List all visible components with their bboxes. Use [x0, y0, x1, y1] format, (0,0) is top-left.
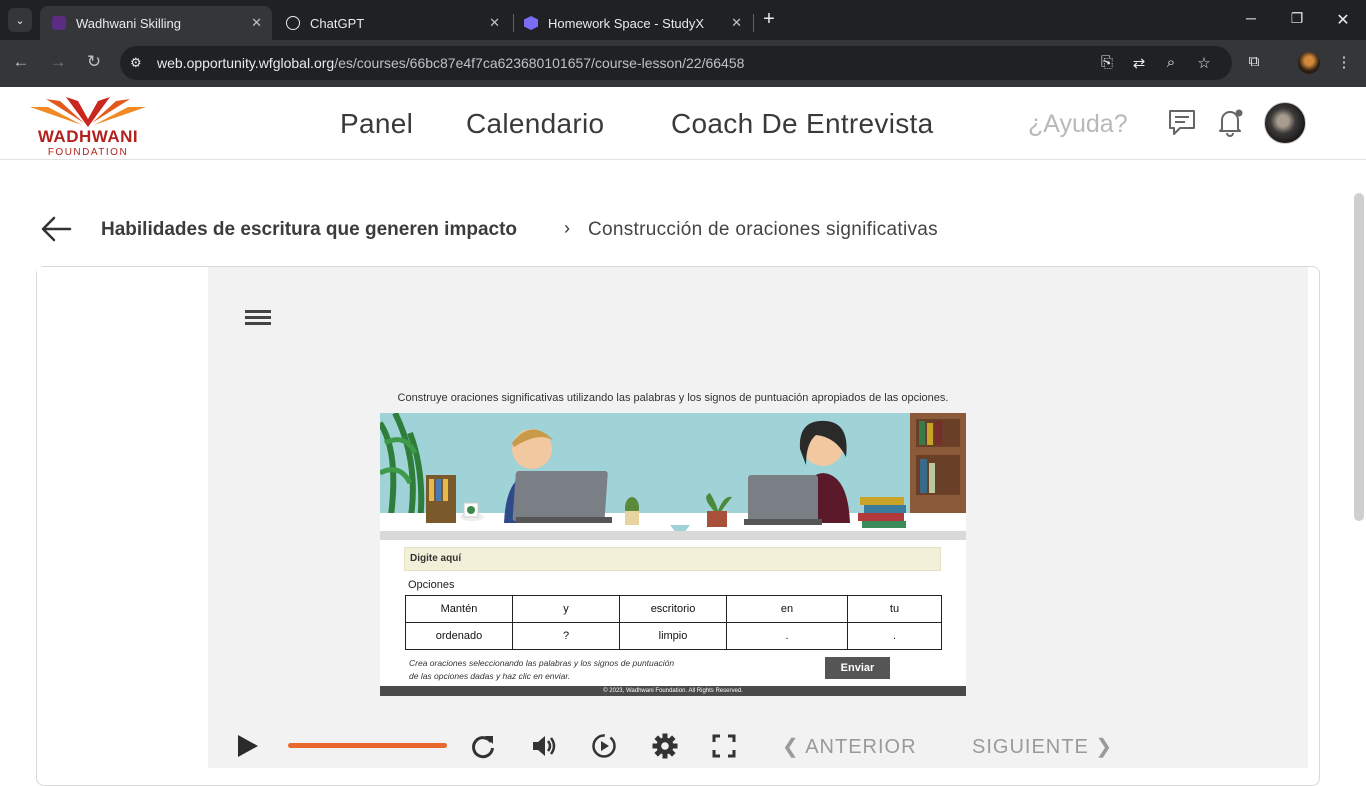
zoom-icon[interactable]: ⌕	[1160, 54, 1182, 71]
playback-speed-icon[interactable]	[590, 732, 618, 760]
tab-separator	[753, 14, 754, 32]
options-table: Mantén y escritorio en tu ordenado ? lim…	[405, 595, 942, 650]
slide-instruction: Construye oraciones significativas utili…	[380, 383, 966, 413]
nav-coach[interactable]: Coach De Entrevista	[671, 108, 934, 140]
tab-search-button[interactable]: ⌄	[8, 8, 32, 32]
settings-gear-icon[interactable]	[651, 732, 679, 760]
menu-icon[interactable]	[245, 310, 271, 326]
next-label: SIGUIENTE	[972, 736, 1089, 758]
back-arrow-icon[interactable]	[40, 215, 72, 243]
logo-mark-icon	[30, 97, 146, 127]
profile-avatar[interactable]	[1298, 52, 1320, 74]
close-tab-icon[interactable]: ✕	[731, 15, 742, 31]
send-button[interactable]: Enviar	[825, 657, 890, 679]
chevron-right-icon: ❯	[1095, 736, 1114, 758]
nav-calendario[interactable]: Calendario	[466, 108, 604, 140]
option-word[interactable]: Mantén	[405, 595, 513, 623]
browser-toolbar: ← → ↻ ⚙ web.opportunity.wfglobal.org/es/…	[0, 40, 1366, 87]
play-icon[interactable]	[234, 732, 262, 760]
address-bar[interactable]: ⚙ web.opportunity.wfglobal.org/es/course…	[120, 46, 1232, 80]
replay-icon[interactable]	[469, 732, 497, 760]
window-close-icon[interactable]: ✕	[1333, 10, 1353, 30]
option-word[interactable]: tu	[847, 595, 942, 623]
avatar[interactable]	[1264, 102, 1306, 144]
reload-icon[interactable]: ↻	[82, 52, 106, 72]
previous-label: ANTERIOR	[805, 736, 917, 758]
restore-icon[interactable]: ❐	[1287, 10, 1307, 27]
tab-chatgpt[interactable]: ChatGPT ✕	[274, 6, 510, 40]
logo-wordmark: WADHWANI	[37, 127, 139, 146]
minimize-icon[interactable]: ─	[1241, 10, 1261, 26]
new-tab-button[interactable]: +	[758, 8, 780, 31]
logo-subtitle: FOUNDATION	[47, 147, 129, 158]
option-word[interactable]: y	[512, 595, 620, 623]
chevron-left-icon: ❮	[782, 736, 800, 758]
answer-input[interactable]: Digite aquí	[404, 547, 941, 571]
option-word[interactable]: en	[726, 595, 848, 623]
slide-hint: Crea oraciones seleccionando las palabra…	[409, 658, 675, 681]
menu-dots-icon[interactable]: ⋮	[1333, 53, 1355, 71]
studyx-favicon	[524, 16, 538, 30]
bell-icon[interactable]	[1214, 106, 1246, 138]
bookmark-star-icon[interactable]: ☆	[1193, 54, 1215, 72]
office-illustration	[380, 413, 966, 540]
next-button[interactable]: SIGUIENTE ❯	[972, 734, 1113, 759]
option-word[interactable]: .	[726, 622, 848, 650]
install-app-icon[interactable]: ⎘	[1096, 54, 1118, 71]
close-tab-icon[interactable]: ✕	[489, 15, 500, 31]
site-header: WADHWANI FOUNDATION Panel Calendario Coa…	[0, 87, 1366, 160]
slide: Construye oraciones significativas utili…	[380, 383, 966, 696]
option-word[interactable]: limpio	[619, 622, 727, 650]
option-word[interactable]: .	[847, 622, 942, 650]
option-word[interactable]: escritorio	[619, 595, 727, 623]
tab-studyx[interactable]: Homework Space - StudyX ✕	[512, 6, 752, 40]
page-scrollbar[interactable]	[1354, 193, 1364, 521]
chat-icon[interactable]	[1166, 106, 1198, 138]
volume-icon[interactable]	[530, 732, 558, 760]
extensions-icon[interactable]: ⧉	[1243, 53, 1265, 70]
option-word[interactable]: ?	[512, 622, 620, 650]
tab-wadhwani[interactable]: Wadhwani Skilling ✕	[40, 6, 272, 40]
wadhwani-logo[interactable]: WADHWANI FOUNDATION	[26, 93, 150, 158]
forward-icon[interactable]: →	[46, 52, 70, 72]
slide-copyright: © 2023, Wadhwani Foundation. All Rights …	[380, 686, 966, 696]
nav-panel[interactable]: Panel	[340, 108, 413, 140]
site-info-icon[interactable]: ⚙	[130, 55, 148, 71]
translate-icon[interactable]: ⇄	[1128, 54, 1150, 72]
help-link[interactable]: ¿Ayuda?	[1028, 110, 1128, 139]
tab-title: Homework Space - StudyX	[548, 15, 705, 31]
options-label: Opciones	[408, 579, 455, 591]
tab-title: ChatGPT	[310, 15, 365, 31]
playback-progress-bar[interactable]	[288, 743, 447, 748]
chatgpt-favicon	[286, 16, 300, 30]
chevron-right-icon: ›	[564, 218, 570, 238]
previous-button[interactable]: ❮ ANTERIOR	[782, 734, 917, 759]
wadhwani-favicon	[52, 16, 66, 30]
close-tab-icon[interactable]: ✕	[251, 15, 262, 31]
url-text[interactable]: web.opportunity.wfglobal.org/es/courses/…	[157, 55, 744, 71]
option-word[interactable]: ordenado	[405, 622, 513, 650]
fullscreen-icon[interactable]	[710, 732, 738, 760]
back-icon[interactable]: ←	[9, 52, 33, 72]
lesson-sidebar	[37, 267, 207, 768]
breadcrumb-lesson: Construcción de oraciones significativas	[588, 219, 938, 240]
browser-tab-bar: ⌄ Wadhwani Skilling ✕ ChatGPT ✕ Homework…	[0, 0, 1366, 40]
breadcrumb-course[interactable]: Habilidades de escritura que generen imp…	[101, 219, 517, 241]
tab-title: Wadhwani Skilling	[76, 15, 182, 31]
